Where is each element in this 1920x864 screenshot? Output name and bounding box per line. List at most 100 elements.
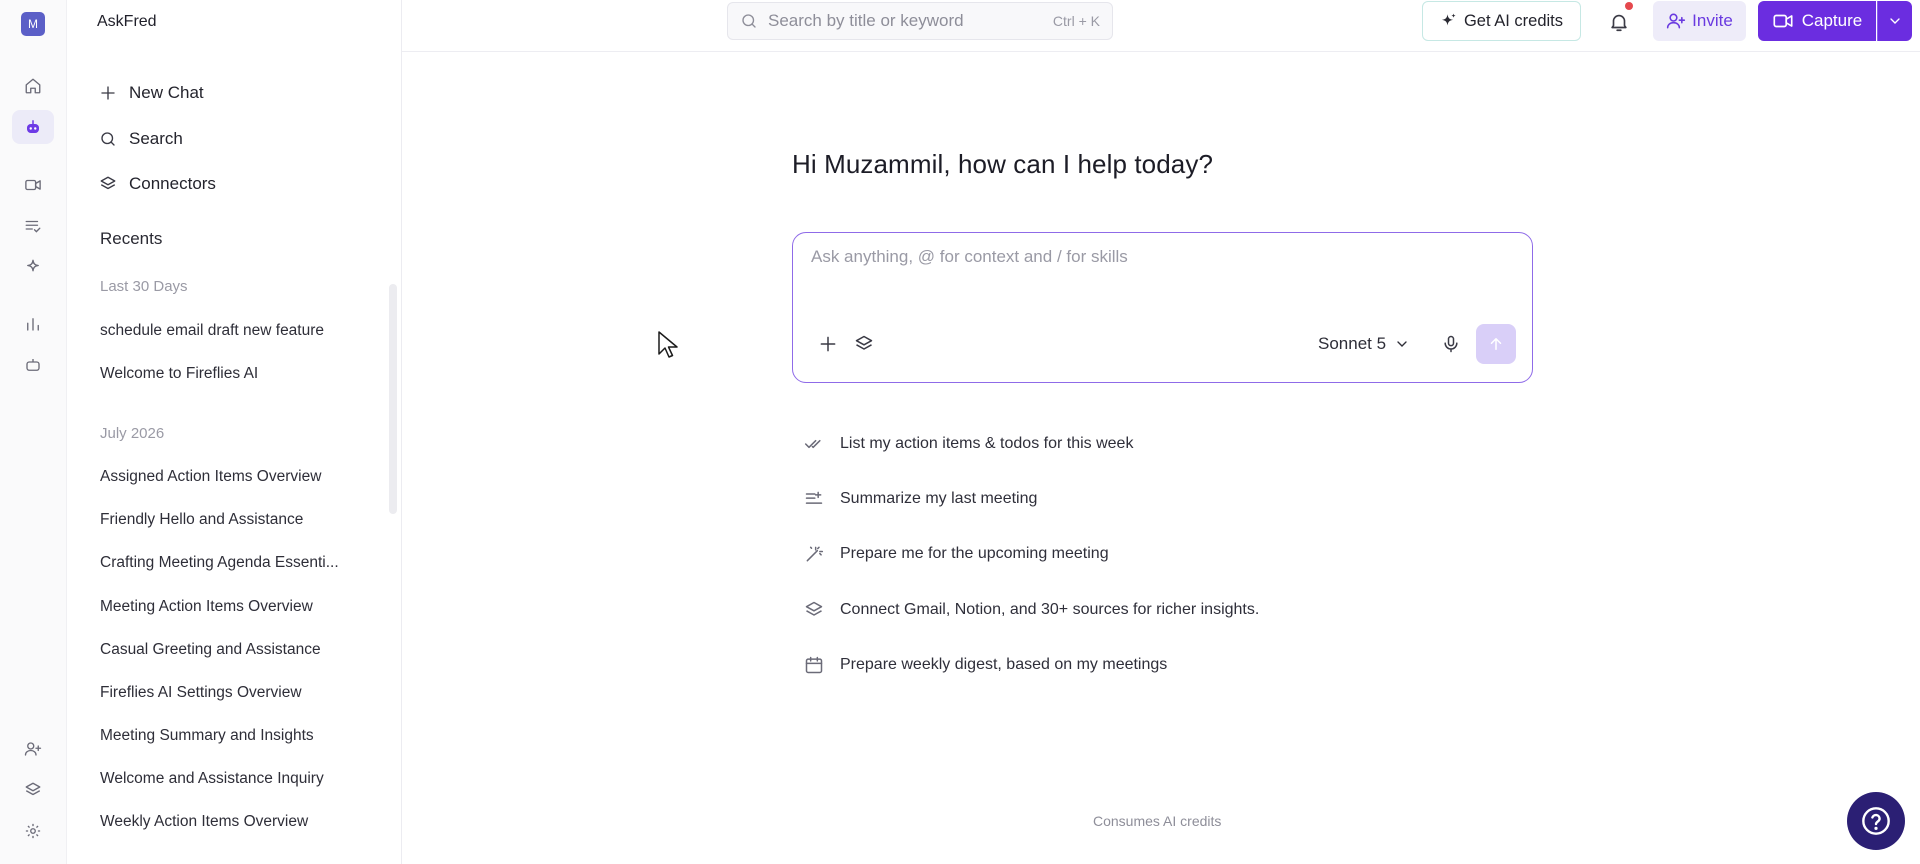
chevron-down-icon [1890,18,1900,24]
voice-input-button[interactable] [1437,330,1465,358]
gear-icon [25,823,41,839]
capture-button[interactable]: Capture [1758,1,1876,41]
list-item[interactable]: Crafting Meeting Agenda Essenti... [100,554,362,572]
ai-credits-label: Get AI credits [1463,11,1564,30]
plus-icon [820,336,836,352]
rail-bots-button[interactable] [12,348,54,382]
list-item[interactable]: Fireflies AI Settings Overview [100,684,362,702]
plus-icon [101,86,115,100]
suggestion-action-items[interactable]: List my action items & todos for this we… [804,430,1133,458]
icon-rail: M [0,0,67,864]
search-chats-button[interactable]: Search [99,124,183,154]
list-item[interactable]: Welcome and Assistance Inquiry [100,770,362,788]
layers-icon [100,176,116,190]
ai-credits-footnote: Consumes AI credits [1093,813,1222,829]
search-label: Search [129,129,183,148]
suggestion-label: Connect Gmail, Notion, and 30+ sources f… [840,601,1260,618]
rail-analytics-button[interactable] [12,307,54,341]
list-item[interactable]: schedule email draft new feature [100,322,362,340]
page-title: Hi Muzammil, how can I help today? [792,149,1214,179]
rail-invite-button[interactable] [12,732,54,766]
connectors-toggle-button[interactable] [850,330,878,358]
list-item[interactable]: Meeting Summary and Insights [100,727,362,745]
help-button[interactable] [1847,792,1905,850]
notification-badge [1625,2,1633,10]
list-item[interactable]: Weekly Action Items Overview [100,813,362,831]
rail-ai-button[interactable] [12,250,54,284]
bot-icon [27,120,39,133]
search-placeholder: Search by title or keyword [768,11,964,30]
sidebar-scrollbar[interactable] [389,284,397,514]
chat-input[interactable] [811,247,1511,287]
magic-wand-icon [806,546,824,562]
capture-dropdown-button[interactable] [1877,1,1912,41]
group-label-last-30-days: Last 30 Days [100,278,188,295]
layers-icon [855,335,873,350]
list-item[interactable]: Casual Greeting and Assistance [100,641,362,659]
home-icon [25,78,41,94]
chat-sidebar: AskFred New Chat Search Connectors Recen… [67,0,402,864]
connectors-label: Connectors [129,174,216,193]
invite-button[interactable]: Invite [1653,1,1746,41]
suggestion-label: List my action items & todos for this we… [840,435,1134,452]
attach-button[interactable] [814,330,842,358]
sparkle-icon [27,259,39,272]
search-icon [101,132,115,146]
list-item[interactable]: Friendly Hello and Assistance [100,511,362,529]
rail-askfred-button[interactable] [12,110,54,144]
connectors-button[interactable]: Connectors [99,169,216,199]
microphone-icon [1444,335,1458,353]
rail-tasks-button[interactable] [12,209,54,243]
capture-label: Capture [1801,11,1863,30]
rail-integrations-button[interactable] [12,773,54,807]
suggestion-weekly-digest[interactable]: Prepare weekly digest, based on my meeti… [804,651,1167,679]
suggestion-label: Prepare weekly digest, based on my meeti… [840,656,1168,673]
get-ai-credits-button[interactable]: Get AI credits [1422,1,1581,41]
workspace-avatar[interactable]: M [21,12,45,36]
video-icon [1773,14,1793,28]
rail-meetings-button[interactable] [12,168,54,202]
search-icon [742,14,756,28]
suggestion-summarize[interactable]: Summarize my last meeting [804,485,1037,513]
list-check-icon [25,220,41,233]
send-button[interactable] [1476,324,1516,364]
new-chat-label: New Chat [129,83,204,102]
suggestion-label: Prepare me for the upcoming meeting [840,545,1109,562]
model-label: Sonnet 5 [1318,334,1387,353]
robot-icon [26,359,40,371]
bell-icon [1611,14,1627,32]
group-label-july-2026: July 2026 [100,425,165,442]
calendar-icon [805,656,823,674]
layers-icon [805,601,823,616]
list-plus-icon [805,491,823,504]
video-icon [25,179,41,191]
new-chat-button[interactable]: New Chat [99,78,204,108]
chat-composer: Sonnet 5 [792,232,1533,383]
user-plus-icon [24,742,42,756]
rail-home-button[interactable] [12,69,54,103]
model-selector[interactable]: Sonnet 5 [1318,330,1410,358]
mouse-pointer-icon [658,331,678,358]
suggestion-prepare-meeting[interactable]: Prepare me for the upcoming meeting [804,540,1109,568]
top-bar: Search by title or keyword Ctrl + K Get … [402,0,1920,52]
sparkle-icon [1441,13,1456,26]
user-plus-icon [1667,13,1686,29]
list-item[interactable]: Assigned Action Items Overview [100,468,362,486]
recents-heading: Recents [100,229,163,248]
chevron-down-icon [1397,341,1407,347]
invite-label: Invite [1692,11,1733,30]
list-item[interactable]: Welcome to Fireflies AI [100,365,362,383]
suggestion-connect-sources[interactable]: Connect Gmail, Notion, and 30+ sources f… [804,596,1259,624]
suggestion-label: Summarize my last meeting [840,490,1038,507]
arrow-up-icon [1490,338,1502,350]
search-shortcut: Ctrl + K [1052,13,1100,29]
rail-settings-button[interactable] [12,814,54,848]
list-item[interactable]: Meeting Action Items Overview [100,598,362,616]
global-search-input[interactable]: Search by title or keyword Ctrl + K [727,2,1113,40]
chart-icon [27,318,39,331]
notifications-button[interactable] [1605,2,1633,36]
double-check-icon [804,439,821,449]
app-title: AskFred [97,13,157,30]
help-icon [1862,807,1890,835]
layers-icon [25,782,41,796]
